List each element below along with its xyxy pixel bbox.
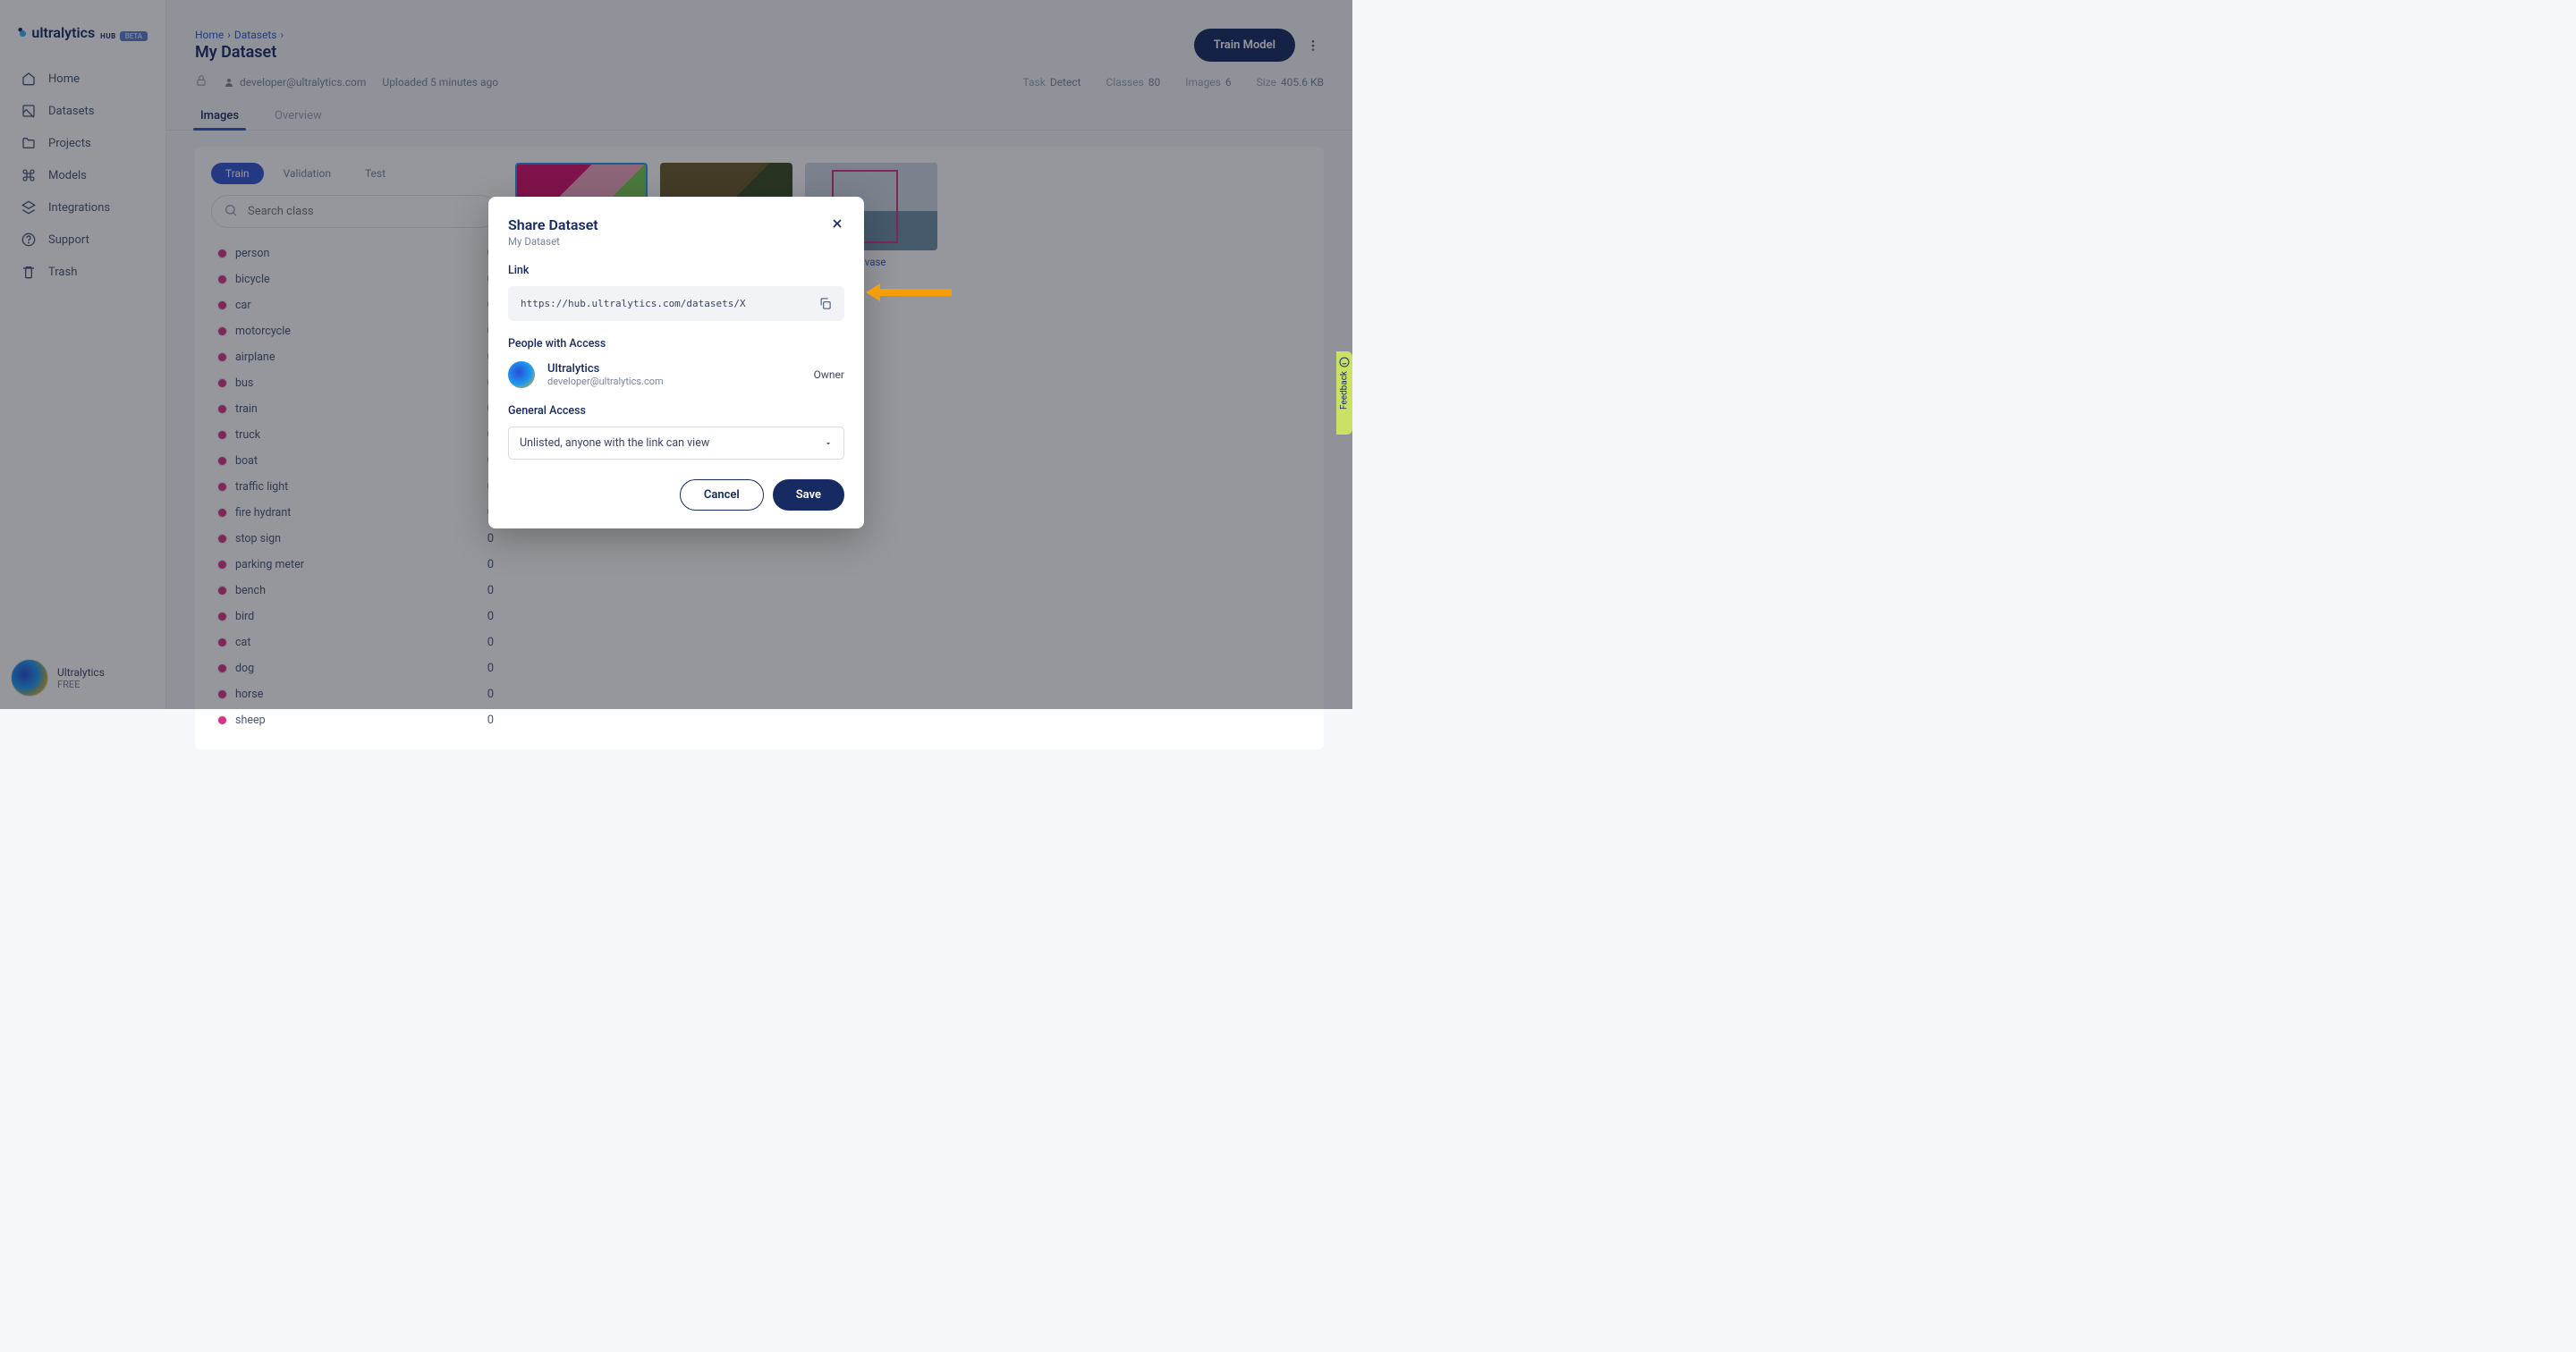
link-section-label: Link [508, 264, 844, 277]
cancel-button[interactable]: Cancel [680, 479, 764, 511]
smile-icon [1339, 357, 1350, 368]
access-name: Ultralytics [547, 362, 664, 376]
access-role: Owner [814, 368, 844, 381]
select-value: Unlisted, anyone with the link can view [520, 436, 709, 450]
modal-overlay[interactable]: Share Dataset My Dataset Link https://hu… [0, 0, 1352, 709]
chevron-down-icon [824, 439, 833, 448]
link-box: https://hub.ultralytics.com/datasets/X [508, 286, 844, 321]
close-icon [830, 216, 844, 231]
avatar [508, 361, 535, 388]
copy-icon [818, 297, 832, 310]
class-name: sheep [235, 714, 266, 727]
share-link-value: https://hub.ultralytics.com/datasets/X [521, 298, 746, 309]
save-button[interactable]: Save [773, 479, 844, 511]
access-email: developer@ultralytics.com [547, 376, 664, 387]
modal-title: Share Dataset [508, 216, 598, 233]
share-dataset-modal: Share Dataset My Dataset Link https://hu… [488, 197, 864, 528]
people-section-label: People with Access [508, 337, 844, 351]
feedback-label: Feedback [1340, 371, 1350, 410]
annotation-arrow [866, 283, 952, 301]
general-section-label: General Access [508, 404, 844, 418]
general-access-select[interactable]: Unlisted, anyone with the link can view [508, 427, 844, 460]
access-row: Ultralytics developer@ultralytics.com Ow… [508, 361, 844, 388]
class-count: 0 [487, 714, 494, 727]
close-button[interactable] [830, 216, 844, 234]
feedback-tab[interactable]: Feedback [1336, 351, 1352, 435]
modal-subtitle: My Dataset [508, 235, 598, 248]
class-color-dot [218, 716, 226, 724]
copy-link-button[interactable] [818, 297, 832, 310]
class-row[interactable]: sheep 0 [211, 707, 497, 733]
